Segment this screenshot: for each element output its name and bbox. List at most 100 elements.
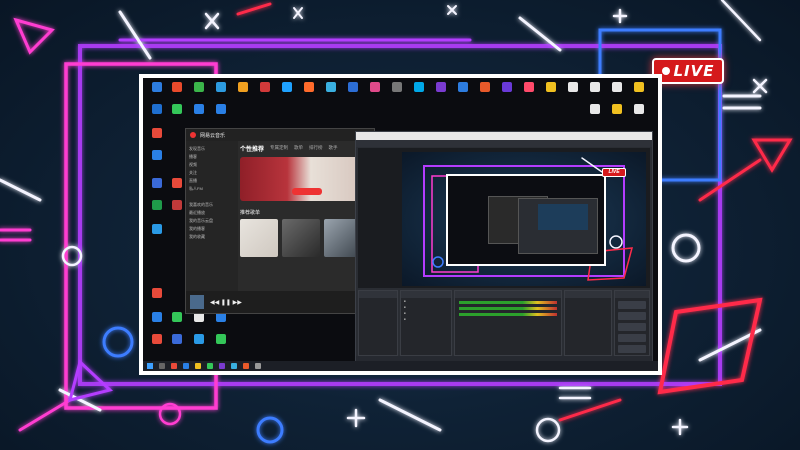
desktop-icon[interactable] xyxy=(209,104,233,114)
sidebar-item[interactable]: 我的音乐云盘 xyxy=(189,217,235,225)
desktop-icon[interactable] xyxy=(187,104,211,114)
sidebar-item[interactable]: 视频 xyxy=(189,161,235,169)
desktop-icon[interactable] xyxy=(539,82,563,92)
taskbar-app-icon[interactable] xyxy=(171,363,177,369)
music-app-titlebar[interactable]: 网易云音乐 xyxy=(186,129,374,141)
transitions-dock[interactable] xyxy=(564,290,612,356)
netease-logo-icon xyxy=(190,132,196,138)
dock-header xyxy=(359,291,397,298)
taskbar-app-icon[interactable] xyxy=(207,363,213,369)
desktop-icon[interactable] xyxy=(495,82,519,92)
taskbar-app-icon[interactable] xyxy=(231,363,237,369)
desktop-icon[interactable] xyxy=(297,82,321,92)
taskbar-app-icon[interactable] xyxy=(195,363,201,369)
desktop-icon[interactable] xyxy=(561,82,585,92)
taskbar-app-icon[interactable] xyxy=(219,363,225,369)
desktop-screenshot-frame: 网易云音乐 发现音乐 播客 视频 关注 直播 私人FM 我喜欢的音乐 最近播放 … xyxy=(139,74,662,375)
source-row[interactable]: ■ xyxy=(401,316,451,322)
obs-window[interactable]: LIVE ■ ■ ■ ■ xyxy=(355,131,653,367)
desktop-icon[interactable] xyxy=(275,82,299,92)
desktop-icon[interactable] xyxy=(363,82,387,92)
live-badge: LIVE xyxy=(652,58,724,84)
desktop-icon[interactable] xyxy=(627,82,651,92)
sources-dock[interactable]: ■ ■ ■ ■ xyxy=(400,290,452,356)
desktop-icon[interactable] xyxy=(231,82,255,92)
windows-desktop: 网易云音乐 发现音乐 播客 视频 关注 直播 私人FM 我喜欢的音乐 最近播放 … xyxy=(143,78,658,371)
desktop-icon[interactable] xyxy=(187,334,211,344)
desktop-icon[interactable] xyxy=(451,82,475,92)
obs-preview[interactable]: LIVE xyxy=(402,152,646,286)
sidebar-item[interactable]: 我的播客 xyxy=(189,225,235,233)
taskbar-app-icon[interactable] xyxy=(183,363,189,369)
desktop-icon[interactable] xyxy=(429,82,453,92)
desktop-icon[interactable] xyxy=(145,224,169,234)
sidebar-item[interactable] xyxy=(189,193,235,201)
music-app-title: 网易云音乐 xyxy=(200,132,226,139)
taskbar-app-icon[interactable] xyxy=(243,363,249,369)
now-playing-thumbnail[interactable] xyxy=(190,295,204,309)
taskbar-app-icon[interactable] xyxy=(255,363,261,369)
audio-mixer-dock[interactable] xyxy=(454,290,562,356)
sidebar-item[interactable]: 关注 xyxy=(189,169,235,177)
desktop-icon[interactable] xyxy=(145,288,169,298)
music-app-tabs: 个性推荐 专属定制 歌单 排行榜 歌手 xyxy=(240,143,374,153)
desktop-icon[interactable] xyxy=(627,104,651,114)
playlist-cover[interactable] xyxy=(240,219,278,257)
controls-dock[interactable] xyxy=(614,290,650,356)
music-player-bar: ◀◀ ❚❚ ▶▶ xyxy=(186,291,374,313)
desktop-icon[interactable] xyxy=(341,82,365,92)
desktop-icon[interactable] xyxy=(319,82,343,92)
desktop-icon[interactable] xyxy=(583,82,607,92)
play-controls[interactable]: ◀◀ ❚❚ ▶▶ xyxy=(210,299,242,306)
audio-meter xyxy=(459,301,557,304)
scenes-dock[interactable] xyxy=(358,290,398,356)
audio-meter xyxy=(459,307,557,310)
dock-header xyxy=(455,291,561,298)
tab-artists[interactable]: 歌手 xyxy=(329,145,338,151)
sidebar-item[interactable]: 发现音乐 xyxy=(189,145,235,153)
start-button-icon[interactable] xyxy=(147,363,153,369)
promo-banner[interactable] xyxy=(240,157,358,201)
obs-titlebar[interactable] xyxy=(356,132,652,140)
desktop-icon[interactable] xyxy=(473,82,497,92)
playlist-cover[interactable] xyxy=(282,219,320,257)
desktop-icon[interactable] xyxy=(165,334,189,344)
dock-header xyxy=(565,291,611,298)
desktop-icon[interactable] xyxy=(165,82,189,92)
desktop-icon[interactable] xyxy=(583,104,607,114)
sidebar-item[interactable]: 播客 xyxy=(189,153,235,161)
tab-personal-recommend[interactable]: 个性推荐 xyxy=(240,144,264,153)
sidebar-item[interactable]: 我的收藏 xyxy=(189,233,235,241)
music-app-window[interactable]: 网易云音乐 发现音乐 播客 视频 关注 直播 私人FM 我喜欢的音乐 最近播放 … xyxy=(185,128,375,314)
desktop-icon[interactable] xyxy=(209,82,233,92)
desktop-icon[interactable] xyxy=(253,82,277,92)
tab-playlists[interactable]: 歌单 xyxy=(294,145,303,151)
sidebar-item[interactable]: 最近播放 xyxy=(189,209,235,217)
audio-meter xyxy=(459,313,557,316)
desktop-icon[interactable] xyxy=(209,334,233,344)
control-button[interactable] xyxy=(618,312,646,320)
banner-button[interactable] xyxy=(292,188,322,195)
sidebar-item[interactable]: 直播 xyxy=(189,177,235,185)
taskbar-app-icon[interactable] xyxy=(159,363,165,369)
live-badge-label: LIVE xyxy=(673,62,715,80)
desktop-icon[interactable] xyxy=(407,82,431,92)
desktop-icon[interactable] xyxy=(165,104,189,114)
tab-charts[interactable]: 排行榜 xyxy=(309,145,323,151)
control-button[interactable] xyxy=(618,334,646,342)
desktop-icon[interactable] xyxy=(385,82,409,92)
obs-preview-area: LIVE xyxy=(358,148,650,288)
desktop-icon[interactable] xyxy=(605,104,629,114)
desktop-icon[interactable] xyxy=(517,82,541,92)
control-button[interactable] xyxy=(618,301,646,309)
desktop-icon[interactable] xyxy=(605,82,629,92)
desktop-icon[interactable] xyxy=(145,150,169,160)
control-button[interactable] xyxy=(618,345,646,353)
desktop-icon[interactable] xyxy=(145,128,169,138)
sidebar-item[interactable]: 我喜欢的音乐 xyxy=(189,201,235,209)
sidebar-item[interactable]: 私人FM xyxy=(189,185,235,193)
control-button[interactable] xyxy=(618,323,646,331)
desktop-icon[interactable] xyxy=(187,82,211,92)
section-title: 推荐歌单 xyxy=(240,210,261,216)
tab-custom[interactable]: 专属定制 xyxy=(270,145,288,151)
